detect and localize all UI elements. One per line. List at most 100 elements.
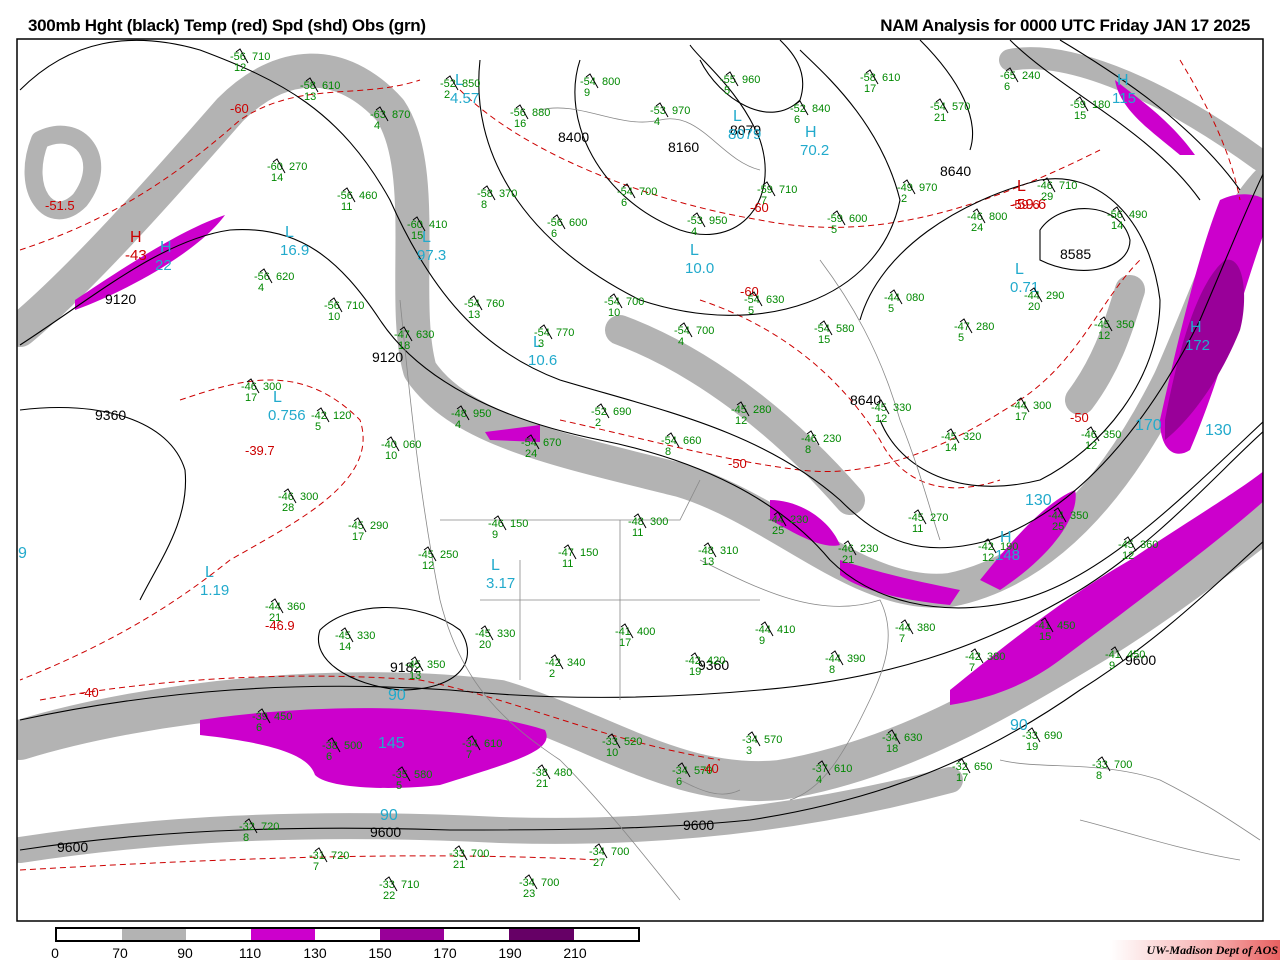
station-height: 800 (989, 211, 1007, 223)
temperature-label: -40 (80, 685, 99, 700)
pressure-center-high: H (1117, 72, 1129, 89)
station-dewpoint-depression: 14 (1111, 220, 1123, 232)
wind-speed-label: 170 (1135, 417, 1162, 434)
station-dewpoint-depression: 13 (702, 556, 714, 568)
station-dewpoint-depression: 29 (1041, 191, 1053, 203)
station-height: 800 (602, 76, 620, 88)
pressure-center-value: 70.2 (800, 142, 829, 159)
legend-label: 70 (112, 945, 128, 961)
station-dewpoint-depression: 9 (759, 635, 765, 647)
station-height: 360 (1140, 539, 1158, 551)
station-dewpoint-depression: 14 (339, 641, 351, 653)
station-dewpoint-depression: 21 (536, 778, 548, 790)
legend-label: 170 (433, 945, 457, 961)
station-height: 190 (1000, 541, 1018, 553)
pressure-center-value: 97.3 (417, 247, 446, 264)
station-height: 630 (416, 329, 434, 341)
station-dewpoint-depression: 19 (689, 666, 701, 678)
station-dewpoint-depression: 7 (899, 633, 905, 645)
station-dewpoint-depression: 6 (551, 228, 557, 240)
station-height: 270 (289, 161, 307, 173)
station-height: 850 (462, 78, 480, 90)
temperature-label: -50 (728, 456, 747, 471)
station-dewpoint-depression: 4 (654, 116, 660, 128)
station-height: 840 (812, 103, 830, 115)
station-dewpoint-depression: 18 (886, 743, 898, 755)
station-height: 410 (429, 219, 447, 231)
station-dewpoint-depression: 10 (608, 307, 620, 319)
height-contour-label: 9600 (370, 824, 401, 840)
station-height: 370 (499, 188, 517, 200)
pressure-center-low: L (491, 557, 500, 574)
station-height: 380 (987, 651, 1005, 663)
station-dewpoint-depression: 4 (691, 226, 697, 238)
legend-swatch-0 (57, 929, 122, 940)
station-height: 230 (860, 543, 878, 555)
pressure-center-high: H (805, 124, 817, 141)
station-dewpoint-depression: 12 (1122, 550, 1134, 562)
station-height: 690 (613, 406, 631, 418)
station-height: 060 (403, 439, 421, 451)
station-dewpoint-depression: 5 (888, 303, 894, 315)
station-height: 300 (650, 516, 668, 528)
station-dewpoint-depression: 22 (383, 890, 395, 902)
station-height: 250 (440, 549, 458, 561)
wind-speed-label: 145 (378, 735, 405, 752)
station-height: 710 (252, 51, 270, 63)
station-height: 720 (261, 821, 279, 833)
station-dewpoint-depression: 3 (538, 338, 544, 350)
pressure-center-low: L (1017, 178, 1026, 195)
wind-speed-label: 9 (18, 545, 27, 562)
height-contour-label: 8160 (668, 139, 699, 155)
station-height: 710 (346, 300, 364, 312)
station-dewpoint-depression: 11 (632, 527, 643, 539)
station-dewpoint-depression: 3 (746, 745, 752, 757)
station-height: 570 (694, 765, 712, 777)
station-dewpoint-depression: 12 (1085, 440, 1097, 452)
station-height: 450 (1127, 649, 1145, 661)
station-height: 490 (1129, 209, 1147, 221)
station-dewpoint-depression: 2 (444, 89, 450, 101)
station-height: 290 (370, 520, 388, 532)
station-height: 700 (626, 296, 644, 308)
station-dewpoint-depression: 12 (735, 415, 747, 427)
station-height: 610 (484, 738, 502, 750)
station-height: 350 (1103, 429, 1121, 441)
station-dewpoint-depression: 2 (901, 193, 907, 205)
wind-speed-label: 90 (388, 687, 406, 704)
station-height: 720 (331, 850, 349, 862)
station-dewpoint-depression: 11 (341, 201, 352, 213)
station-dewpoint-depression: 12 (1098, 330, 1110, 342)
station-dewpoint-depression: 12 (982, 552, 994, 564)
station-dewpoint-depression: 12 (422, 560, 434, 572)
station-dewpoint-depression: 12 (875, 413, 887, 425)
station-dewpoint-depression: 5 (831, 224, 837, 236)
station-dewpoint-depression: 15 (411, 230, 423, 242)
station-height: 880 (532, 107, 550, 119)
pressure-center-high: H (160, 239, 172, 256)
station-height: 350 (1116, 319, 1134, 331)
station-height: 270 (930, 512, 948, 524)
station-height: 400 (637, 626, 655, 638)
height-contour-label: 8640 (940, 163, 971, 179)
height-contour-label: 9600 (57, 839, 88, 855)
station-dewpoint-depression: 17 (864, 83, 876, 95)
station-dewpoint-depression: 5 (396, 780, 402, 792)
pressure-center-value: 4.57 (450, 90, 479, 107)
pressure-center-low: L (205, 564, 214, 581)
station-dewpoint-depression: 21 (934, 112, 946, 124)
station-height: 710 (779, 184, 797, 196)
station-height: 350 (1070, 510, 1088, 522)
weather-map: 8400816080798640858591209120936086409182… (16, 38, 1264, 922)
station-dewpoint-depression: 17 (619, 637, 631, 649)
station-dewpoint-depression: 6 (1004, 81, 1010, 93)
station-height: 240 (1022, 70, 1040, 82)
pressure-center-value: 22 (155, 257, 172, 274)
station-dewpoint-depression: 4 (816, 774, 822, 786)
temperature-label: -51.5 (45, 198, 75, 213)
station-height: 700 (611, 846, 629, 858)
station-dewpoint-depression: 4 (678, 336, 684, 348)
legend-label: 150 (368, 945, 392, 961)
station-height: 630 (766, 294, 784, 306)
station-dewpoint-depression: 15 (818, 334, 830, 346)
